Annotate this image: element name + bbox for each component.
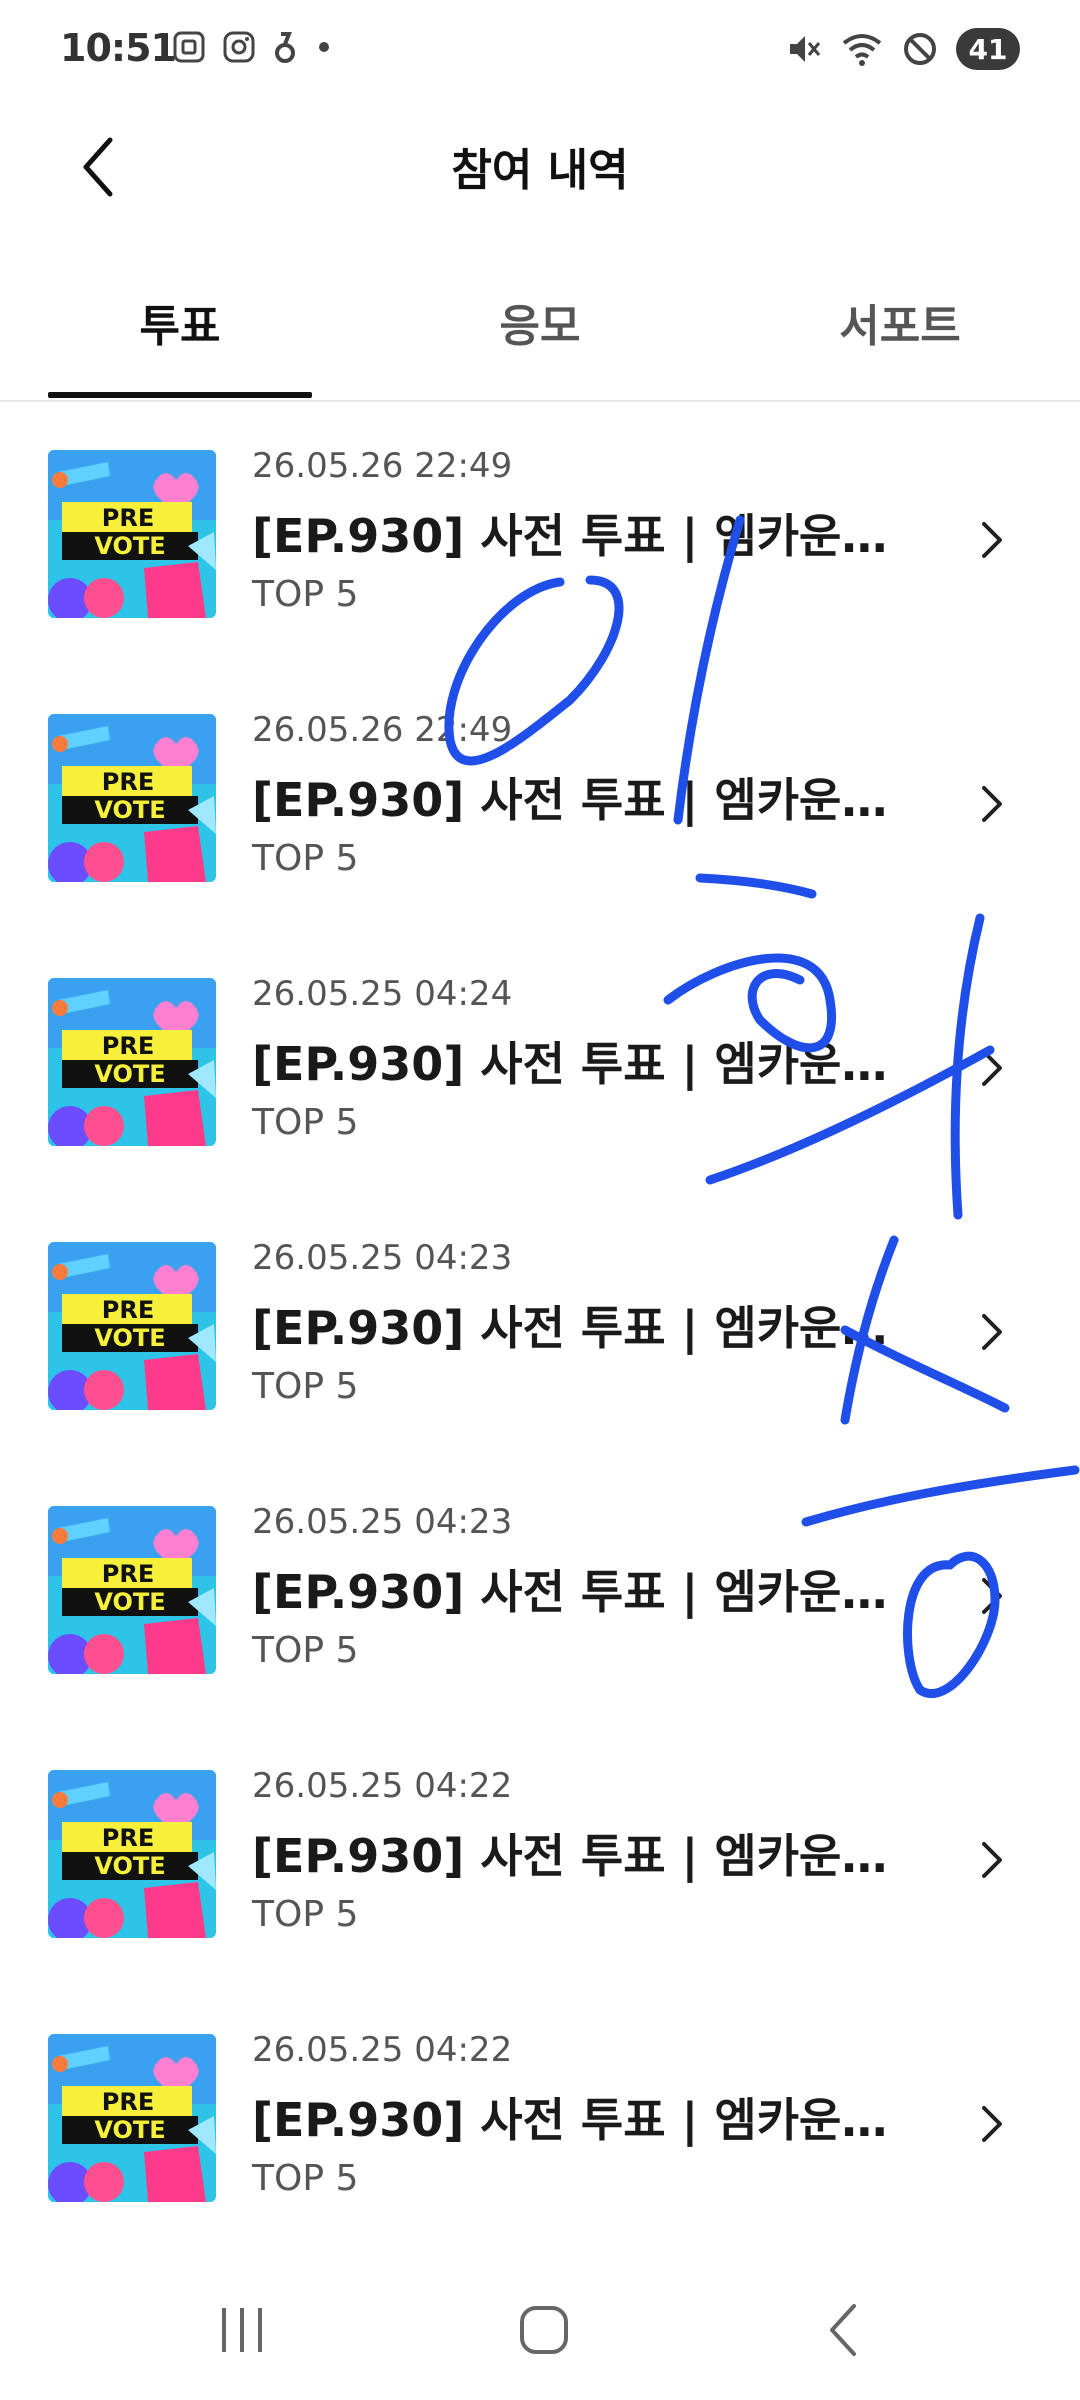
- item-title: [EP.930] 사전 투표 | 엠카운트다운: [252, 2093, 912, 2147]
- thumb-text-vote: VOTE: [94, 1324, 165, 1352]
- home-button[interactable]: [504, 2290, 584, 2370]
- recent-apps-icon: [222, 2308, 262, 2352]
- battery-indicator: 41: [956, 28, 1020, 70]
- item-date: 26.05.25 04:23: [252, 1238, 513, 1278]
- pre-vote-thumbnail: PRE VOTE: [48, 450, 216, 618]
- wifi-icon: [842, 34, 882, 66]
- item-date: 26.05.26 22:49: [252, 446, 513, 486]
- list-item[interactable]: PRE VOTE 26.05.25 04:23 [EP.930] 사전 투표 |…: [0, 1202, 1080, 1466]
- chevron-right-icon: [972, 1566, 1012, 1626]
- pre-vote-thumbnail: PRE VOTE: [48, 978, 216, 1146]
- item-date: 26.05.25 04:22: [252, 1766, 513, 1806]
- chevron-right-icon: [972, 2094, 1012, 2154]
- thumb-text-vote: VOTE: [94, 796, 165, 824]
- item-title: [EP.930] 사전 투표 | 엠카운트다운: [252, 509, 912, 563]
- list-item[interactable]: PRE VOTE 26.05.26 22:49 [EP.930] 사전 투표 |…: [0, 410, 1080, 674]
- tab-bar: 투표 응모 서포트: [0, 270, 1080, 402]
- thumb-text-pre: PRE: [102, 1824, 154, 1852]
- chevron-right-icon: [972, 1038, 1012, 1098]
- do-not-disturb-icon: [904, 33, 936, 65]
- thumb-text-pre: PRE: [102, 2088, 154, 2116]
- tab-entry[interactable]: 응모: [360, 290, 720, 354]
- screenshot-icon: [173, 31, 205, 63]
- thumb-text-vote: VOTE: [94, 1852, 165, 1880]
- item-title: [EP.930] 사전 투표 | 엠카운트다운: [252, 1829, 912, 1883]
- pre-vote-thumbnail: PRE VOTE: [48, 1506, 216, 1674]
- pre-vote-thumbnail: PRE VOTE: [48, 2034, 216, 2202]
- chevron-right-icon: [972, 510, 1012, 570]
- thumb-text-pre: PRE: [102, 1560, 154, 1588]
- thumb-text-pre: PRE: [102, 1296, 154, 1324]
- mute-icon: [790, 36, 821, 62]
- app-icon: [275, 32, 295, 63]
- chevron-right-icon: [972, 1302, 1012, 1362]
- pre-vote-thumbnail: PRE VOTE: [48, 714, 216, 882]
- recent-apps-button[interactable]: [202, 2290, 282, 2370]
- instagram-icon: [223, 31, 255, 63]
- status-bar: 10:51 41: [0, 0, 1080, 104]
- system-icons: 41: [786, 28, 1020, 70]
- item-date: 26.05.25 04:23: [252, 1502, 513, 1542]
- system-nav-bar: [0, 2250, 1080, 2400]
- thumb-text-vote: VOTE: [94, 1588, 165, 1616]
- back-icon: [830, 2304, 856, 2356]
- chevron-right-icon: [972, 774, 1012, 834]
- list-item[interactable]: PRE VOTE 26.05.25 04:22 [EP.930] 사전 투표 |…: [0, 1730, 1080, 1994]
- thumb-text-pre: PRE: [102, 768, 154, 796]
- header: 참여 내역: [0, 104, 1080, 224]
- notification-icons: [172, 30, 334, 64]
- active-tab-indicator: [48, 392, 312, 398]
- item-subtitle: TOP 5: [252, 1366, 359, 1407]
- item-subtitle: TOP 5: [252, 1102, 359, 1143]
- tab-vote[interactable]: 투표: [0, 290, 360, 354]
- pre-vote-thumbnail: PRE VOTE: [48, 1242, 216, 1410]
- page-title: 참여 내역: [451, 145, 629, 196]
- dot-icon: [319, 42, 329, 52]
- item-date: 26.05.25 04:22: [252, 2030, 513, 2070]
- chevron-right-icon: [972, 1830, 1012, 1890]
- thumb-text-pre: PRE: [102, 504, 154, 532]
- pre-vote-thumbnail: PRE VOTE: [48, 1770, 216, 1938]
- item-date: 26.05.26 22:49: [252, 710, 513, 750]
- list-item[interactable]: PRE VOTE 26.05.25 04:23 [EP.930] 사전 투표 |…: [0, 1466, 1080, 1730]
- item-title: [EP.930] 사전 투표 | 엠카운트다운: [252, 773, 912, 827]
- thumb-text-vote: VOTE: [94, 2116, 165, 2144]
- system-back-button[interactable]: [806, 2290, 886, 2370]
- thumb-text-vote: VOTE: [94, 1060, 165, 1088]
- thumb-text-vote: VOTE: [94, 532, 165, 560]
- item-subtitle: TOP 5: [252, 2158, 359, 2199]
- item-subtitle: TOP 5: [252, 574, 359, 615]
- item-title: [EP.930] 사전 투표 | 엠카운트다운: [252, 1565, 912, 1619]
- list-item[interactable]: PRE VOTE 26.05.25 04:24 [EP.930] 사전 투표 |…: [0, 938, 1080, 1202]
- item-subtitle: TOP 5: [252, 1894, 359, 1935]
- item-subtitle: TOP 5: [252, 1630, 359, 1671]
- list-item[interactable]: PRE VOTE 26.05.26 22:49 [EP.930] 사전 투표 |…: [0, 674, 1080, 938]
- list-item[interactable]: PRE VOTE 26.05.25 04:22 [EP.930] 사전 투표 |…: [0, 1994, 1080, 2258]
- status-time: 10:51: [60, 26, 177, 70]
- item-title: [EP.930] 사전 투표 | 엠카운트다운: [252, 1301, 912, 1355]
- item-title: [EP.930] 사전 투표 | 엠카운트다운: [252, 1037, 912, 1091]
- tab-support[interactable]: 서포트: [720, 290, 1080, 354]
- item-subtitle: TOP 5: [252, 838, 359, 879]
- item-date: 26.05.25 04:24: [252, 974, 513, 1014]
- thumb-text-pre: PRE: [102, 1032, 154, 1060]
- home-icon: [520, 2306, 568, 2354]
